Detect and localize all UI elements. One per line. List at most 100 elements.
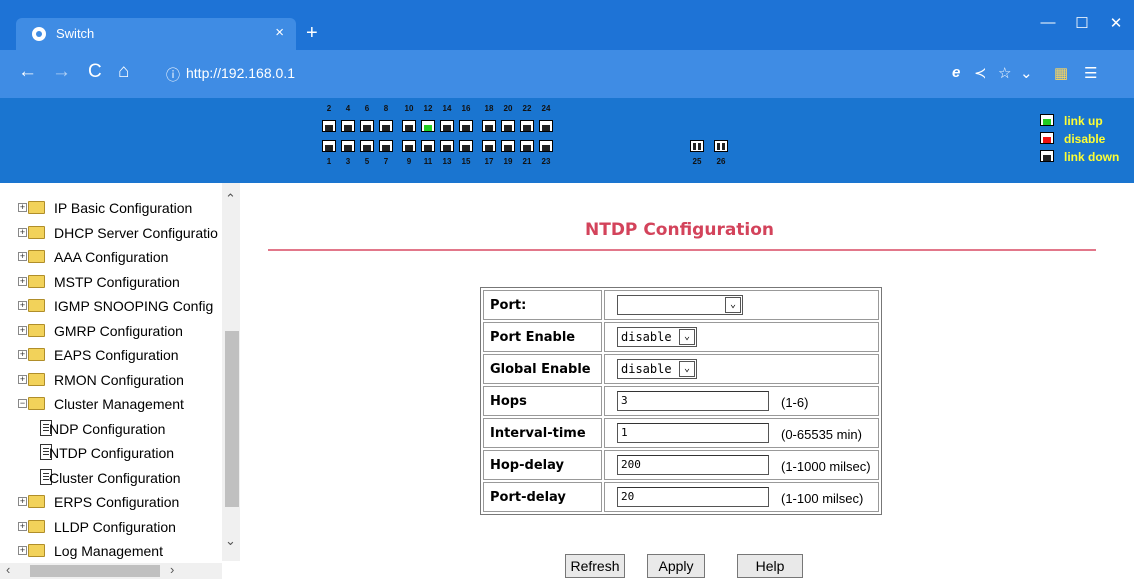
address-bar[interactable]: ⓘ http://192.168.0.1 e ≺ ☆ ⌄ ▦ ☰ (152, 59, 1132, 89)
port-enable-select[interactable]: disable ⌄ (617, 327, 697, 347)
folder-icon (28, 495, 45, 508)
maximize-button[interactable]: ☐ (1072, 14, 1092, 32)
range-hint: (1-6) (781, 395, 809, 410)
minimize-button[interactable]: — (1038, 14, 1058, 31)
reload-icon[interactable]: C (88, 61, 102, 83)
ie-mode-icon[interactable]: e (952, 64, 960, 81)
port-23-icon[interactable] (539, 140, 553, 152)
share-icon[interactable]: ≺ (974, 64, 987, 82)
expand-icon[interactable]: + (18, 546, 27, 555)
port-13-icon[interactable] (440, 140, 454, 152)
port-12-icon[interactable] (421, 120, 435, 132)
apps-grid-icon[interactable]: ▦ (1054, 64, 1068, 82)
expand-icon[interactable]: + (18, 276, 27, 286)
scroll-up-icon[interactable]: ⌃ (225, 191, 236, 207)
sidebar-item[interactable]: + ERPS Configuration (0, 490, 222, 514)
port-select[interactable]: ⌄ (617, 295, 743, 315)
port-9-icon[interactable] (402, 140, 416, 152)
interval-time-input[interactable]: 1 (617, 423, 769, 443)
new-tab-button[interactable]: + (306, 22, 318, 45)
sfp-port-26-icon[interactable] (714, 140, 728, 152)
port-18-icon[interactable] (482, 120, 496, 132)
tab-close-icon[interactable]: × (275, 24, 284, 41)
sidebar-horizontal-scrollbar[interactable]: ‹ › (0, 562, 222, 579)
expand-icon[interactable]: + (18, 203, 27, 212)
close-window-button[interactable]: ✕ (1106, 14, 1126, 32)
home-icon[interactable]: ⌂ (118, 61, 129, 83)
port-24-icon[interactable] (539, 120, 553, 132)
sidebar-item[interactable]: + DHCP Server Configuratio (0, 221, 222, 245)
expand-icon[interactable]: + (18, 325, 27, 335)
expand-icon[interactable]: + (18, 227, 27, 237)
chevron-down-icon[interactable]: ⌄ (1020, 64, 1033, 82)
port-4-icon[interactable] (341, 120, 355, 132)
port-delay-input[interactable]: 20 (617, 487, 769, 507)
scroll-thumb-horizontal[interactable] (30, 565, 160, 577)
refresh-button[interactable]: Refresh (565, 554, 625, 578)
port-11-icon[interactable] (421, 140, 435, 152)
forward-arrow-icon[interactable]: → (52, 61, 71, 83)
scroll-thumb[interactable] (225, 331, 239, 507)
hop-delay-input[interactable]: 200 (617, 455, 769, 475)
expand-icon[interactable]: + (18, 374, 27, 384)
sidebar-item[interactable]: + LLDP Configuration (0, 515, 222, 539)
scroll-right-icon[interactable]: › (170, 562, 174, 577)
expand-icon[interactable]: + (18, 252, 27, 261)
site-info-icon[interactable]: ⓘ (166, 65, 180, 85)
sidebar-item[interactable]: + GMRP Configuration (0, 319, 222, 343)
sidebar-item[interactable]: + Log Management (0, 539, 222, 563)
port-7-icon[interactable] (379, 140, 393, 152)
apply-button[interactable]: Apply (647, 554, 705, 578)
port-2-icon[interactable] (322, 120, 336, 132)
port-14-icon[interactable] (440, 120, 454, 132)
browser-tab[interactable]: Switch × (16, 18, 296, 50)
help-button[interactable]: Help (737, 554, 803, 578)
chevron-down-icon[interactable]: ⌄ (725, 297, 741, 313)
menu-icon[interactable]: ☰ (1084, 64, 1097, 82)
expand-icon[interactable]: + (18, 301, 27, 310)
form-row: Port: ⌄ (483, 290, 879, 320)
port-21-icon[interactable] (520, 140, 534, 152)
port-20-icon[interactable] (501, 120, 515, 132)
sidebar-item[interactable]: NDP Configuration (0, 417, 222, 441)
scroll-down-icon[interactable]: ⌄ (225, 533, 236, 549)
port-16-icon[interactable] (459, 120, 473, 132)
sidebar-item[interactable]: + MSTP Configuration (0, 270, 222, 294)
chevron-down-icon[interactable]: ⌄ (679, 329, 695, 345)
port-number-label: 26 (716, 157, 726, 166)
expand-icon[interactable]: + (18, 350, 27, 359)
sidebar-item[interactable]: + AAA Configuration (0, 245, 222, 269)
port-19-icon[interactable] (501, 140, 515, 152)
sidebar-item[interactable]: + IGMP SNOOPING Config (0, 294, 222, 318)
port-1-icon[interactable] (322, 140, 336, 152)
port-number-label: 10 (404, 104, 414, 113)
collapse-icon[interactable]: − (18, 399, 27, 408)
port-15-icon[interactable] (459, 140, 473, 152)
bookmark-star-icon[interactable]: ☆ (998, 64, 1011, 82)
sidebar-item[interactable]: − Cluster Management (0, 392, 222, 416)
sidebar-item[interactable]: NTDP Configuration (0, 441, 222, 465)
port-5-icon[interactable] (360, 140, 374, 152)
sidebar-item[interactable]: + IP Basic Configuration (0, 196, 222, 220)
port-10-icon[interactable] (402, 120, 416, 132)
port-6-icon[interactable] (360, 120, 374, 132)
sidebar-item[interactable]: Cluster Configuration (0, 466, 222, 490)
port-3-icon[interactable] (341, 140, 355, 152)
sidebar-item[interactable]: + RMON Configuration (0, 368, 222, 392)
expand-icon[interactable]: + (18, 521, 27, 531)
chevron-down-icon[interactable]: ⌄ (679, 361, 695, 377)
hops-input[interactable]: 3 (617, 391, 769, 411)
port-8-icon[interactable] (379, 120, 393, 132)
field-label: Port Enable (483, 322, 602, 352)
back-arrow-icon[interactable]: ← (18, 61, 37, 83)
port-22-icon[interactable] (520, 120, 534, 132)
sidebar-item[interactable]: + EAPS Configuration (0, 343, 222, 367)
port-number-label: 1 (326, 157, 332, 166)
sidebar-vertical-scrollbar[interactable]: ⌃ ⌄ (222, 183, 240, 561)
sfp-port-25-icon[interactable] (690, 140, 704, 152)
expand-icon[interactable]: + (18, 497, 27, 506)
port-number-label: 22 (522, 104, 532, 113)
scroll-left-icon[interactable]: ‹ (6, 562, 10, 577)
global-enable-select[interactable]: disable ⌄ (617, 359, 697, 379)
port-17-icon[interactable] (482, 140, 496, 152)
